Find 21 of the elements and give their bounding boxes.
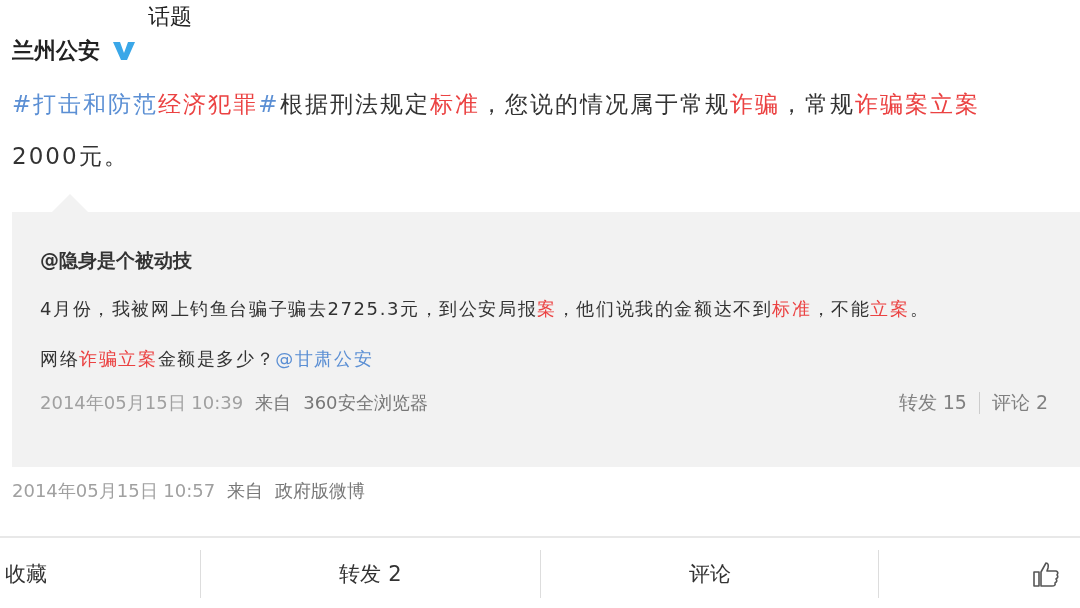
- post-text: 2000元。: [12, 142, 130, 171]
- from-label: 来自: [227, 479, 264, 503]
- topic-label: 话题: [148, 3, 192, 31]
- post-text: #打击和防范经济犯罪#根据刑法规定标准，您说的情况属于常规诈骗，常规诈骗案立案: [12, 90, 981, 119]
- post-text: 网络诈骗立案金额是多少？@甘肃公安: [40, 347, 375, 371]
- source-link[interactable]: 政府版微博: [275, 479, 366, 503]
- post-text: 4月份，我被网上钓鱼台骗子骗去2725.3元，到公安局报案，他们说我的金额达不到标准，不能立案。: [40, 297, 931, 321]
- favorite-button[interactable]: 收藏: [5, 560, 47, 588]
- thumbs-up-icon[interactable]: [1032, 560, 1060, 588]
- repost-button[interactable]: 转发 2: [339, 560, 402, 588]
- mention-link[interactable]: @甘肃公安: [275, 348, 374, 369]
- author-name[interactable]: 兰州公安: [12, 36, 100, 66]
- repost-link[interactable]: 转发 15: [886, 390, 979, 416]
- topic-link[interactable]: #打击和防范经济犯罪#: [12, 91, 280, 117]
- from-label: 来自: [255, 391, 292, 415]
- source-link[interactable]: 360安全浏览器: [303, 391, 428, 415]
- comment-button[interactable]: 评论: [688, 560, 731, 588]
- post-time: 2014年05月15日 10:39: [40, 391, 244, 415]
- post-time: 2014年05月15日 10:57: [12, 479, 216, 503]
- comment-link[interactable]: 评论 2: [979, 390, 1060, 416]
- quote-author[interactable]: @隐身是个被动技: [40, 248, 192, 278]
